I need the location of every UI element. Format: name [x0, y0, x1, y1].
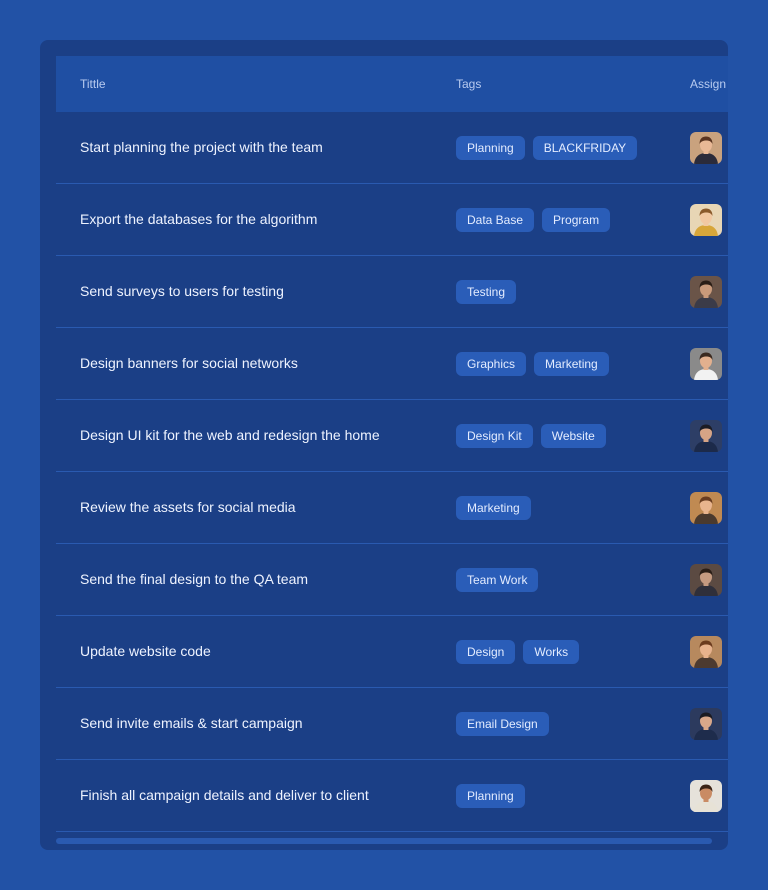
task-title: Export the databases for the algorithm [80, 211, 318, 227]
table-row[interactable]: Design UI kit for the web and redesign t… [56, 400, 728, 472]
table-row[interactable]: Design banners for social networks Graphi… [56, 328, 728, 400]
task-title: Design UI kit for the web and redesign t… [80, 427, 380, 443]
table-row[interactable]: Send surveys to users for testing Testing [56, 256, 728, 328]
task-title: Send surveys to users for testing [80, 283, 284, 299]
tag-chip[interactable]: Email Design [456, 712, 549, 736]
tag-chip[interactable]: Graphics [456, 352, 527, 376]
tag-chip[interactable]: Marketing [456, 496, 531, 520]
task-title: Start planning the project with the team [80, 139, 323, 155]
assignee-avatar[interactable] [690, 492, 722, 524]
horizontal-scrollbar[interactable] [56, 838, 712, 844]
assignee-avatar[interactable] [690, 204, 722, 236]
table-body: Start planning the project with the team… [56, 112, 728, 832]
person-icon [690, 348, 722, 380]
column-header-tags[interactable]: Tags [456, 77, 481, 91]
tag-list: Design Kit Website [456, 424, 606, 448]
tag-chip[interactable]: Planning [456, 784, 525, 808]
person-icon [690, 492, 722, 524]
column-header-assign[interactable]: Assign [690, 77, 726, 91]
tag-chip[interactable]: Marketing [534, 352, 609, 376]
tag-chip[interactable]: BLACKFRIDAY [532, 136, 638, 160]
assignee-avatar[interactable] [690, 636, 722, 668]
tag-list: Design Works [456, 640, 580, 664]
person-icon [690, 708, 722, 740]
tag-chip[interactable]: Works [523, 640, 580, 664]
tag-chip[interactable]: Data Base [456, 208, 535, 232]
assignee-avatar[interactable] [690, 780, 722, 812]
tag-chip[interactable]: Team Work [456, 568, 539, 592]
tag-chip[interactable]: Planning [456, 136, 525, 160]
tag-list: Data Base Program [456, 208, 611, 232]
tag-chip[interactable]: Program [542, 208, 611, 232]
tag-list: Graphics Marketing [456, 352, 609, 376]
task-title: Send invite emails & start campaign [80, 715, 303, 731]
assignee-avatar[interactable] [690, 564, 722, 596]
assignee-avatar[interactable] [690, 132, 722, 164]
tag-list: Planning [456, 784, 525, 808]
table-row[interactable]: Review the assets for social media Market… [56, 472, 728, 544]
assignee-avatar[interactable] [690, 276, 722, 308]
tag-list: Team Work [456, 568, 539, 592]
assignee-avatar[interactable] [690, 348, 722, 380]
table-row[interactable]: Send the final design to the QA team Team… [56, 544, 728, 616]
table-header: Tittle Tags Assign [56, 56, 728, 112]
person-icon [690, 636, 722, 668]
tag-chip[interactable]: Design [456, 640, 516, 664]
task-title: Design banners for social networks [80, 355, 298, 371]
tag-chip[interactable]: Design Kit [456, 424, 533, 448]
tag-chip[interactable]: Website [540, 424, 606, 448]
column-header-title[interactable]: Tittle [80, 77, 106, 91]
person-icon [690, 132, 722, 164]
task-title: Update website code [80, 643, 211, 659]
table-row[interactable]: Start planning the project with the team… [56, 112, 728, 184]
person-icon [690, 780, 722, 812]
tag-list: Email Design [456, 712, 549, 736]
tag-list: Planning BLACKFRIDAY [456, 136, 638, 160]
table-row[interactable]: Send invite emails & start campaign Email… [56, 688, 728, 760]
person-icon [690, 564, 722, 596]
table-row[interactable]: Update website code Design Works [56, 616, 728, 688]
person-icon [690, 276, 722, 308]
task-title: Finish all campaign details and deliver … [80, 787, 369, 803]
tasks-panel: Tittle Tags Assign Start planning the pr… [40, 40, 728, 850]
table-row[interactable]: Finish all campaign details and deliver … [56, 760, 728, 832]
person-icon [690, 420, 722, 452]
tag-chip[interactable]: Testing [456, 280, 517, 304]
table-row[interactable]: Export the databases for the algorithm Da… [56, 184, 728, 256]
task-title: Send the final design to the QA team [80, 571, 309, 587]
tag-list: Testing [456, 280, 517, 304]
tasks-table: Tittle Tags Assign Start planning the pr… [56, 56, 728, 832]
assignee-avatar[interactable] [690, 420, 722, 452]
task-title: Review the assets for social media [80, 499, 296, 515]
tag-list: Marketing [456, 496, 531, 520]
person-icon [690, 204, 722, 236]
assignee-avatar[interactable] [690, 708, 722, 740]
